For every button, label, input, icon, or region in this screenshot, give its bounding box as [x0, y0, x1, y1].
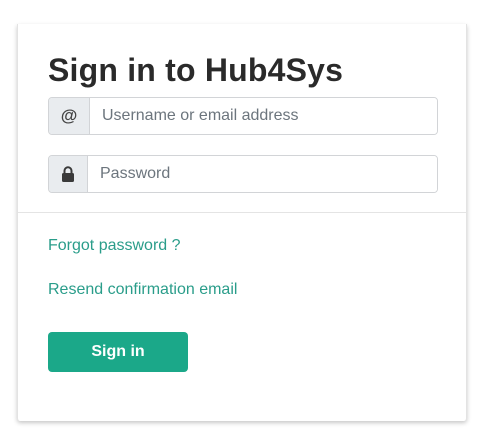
sign-in-button[interactable]: Sign in	[48, 332, 188, 372]
forgot-password-link[interactable]: Forgot password ?	[48, 237, 181, 255]
password-input[interactable]	[88, 156, 437, 192]
page-title: Sign in to Hub4Sys	[48, 52, 344, 88]
at-sign-icon: @	[49, 98, 90, 134]
resend-confirmation-link[interactable]: Resend confirmation email	[48, 281, 237, 299]
username-input-group: @	[48, 97, 438, 135]
lock-icon	[49, 156, 88, 192]
divider	[18, 212, 466, 213]
username-input[interactable]	[90, 98, 437, 134]
sign-in-card: Sign in to Hub4Sys @ Forgot password ? R…	[17, 24, 467, 421]
password-input-group	[48, 155, 438, 193]
